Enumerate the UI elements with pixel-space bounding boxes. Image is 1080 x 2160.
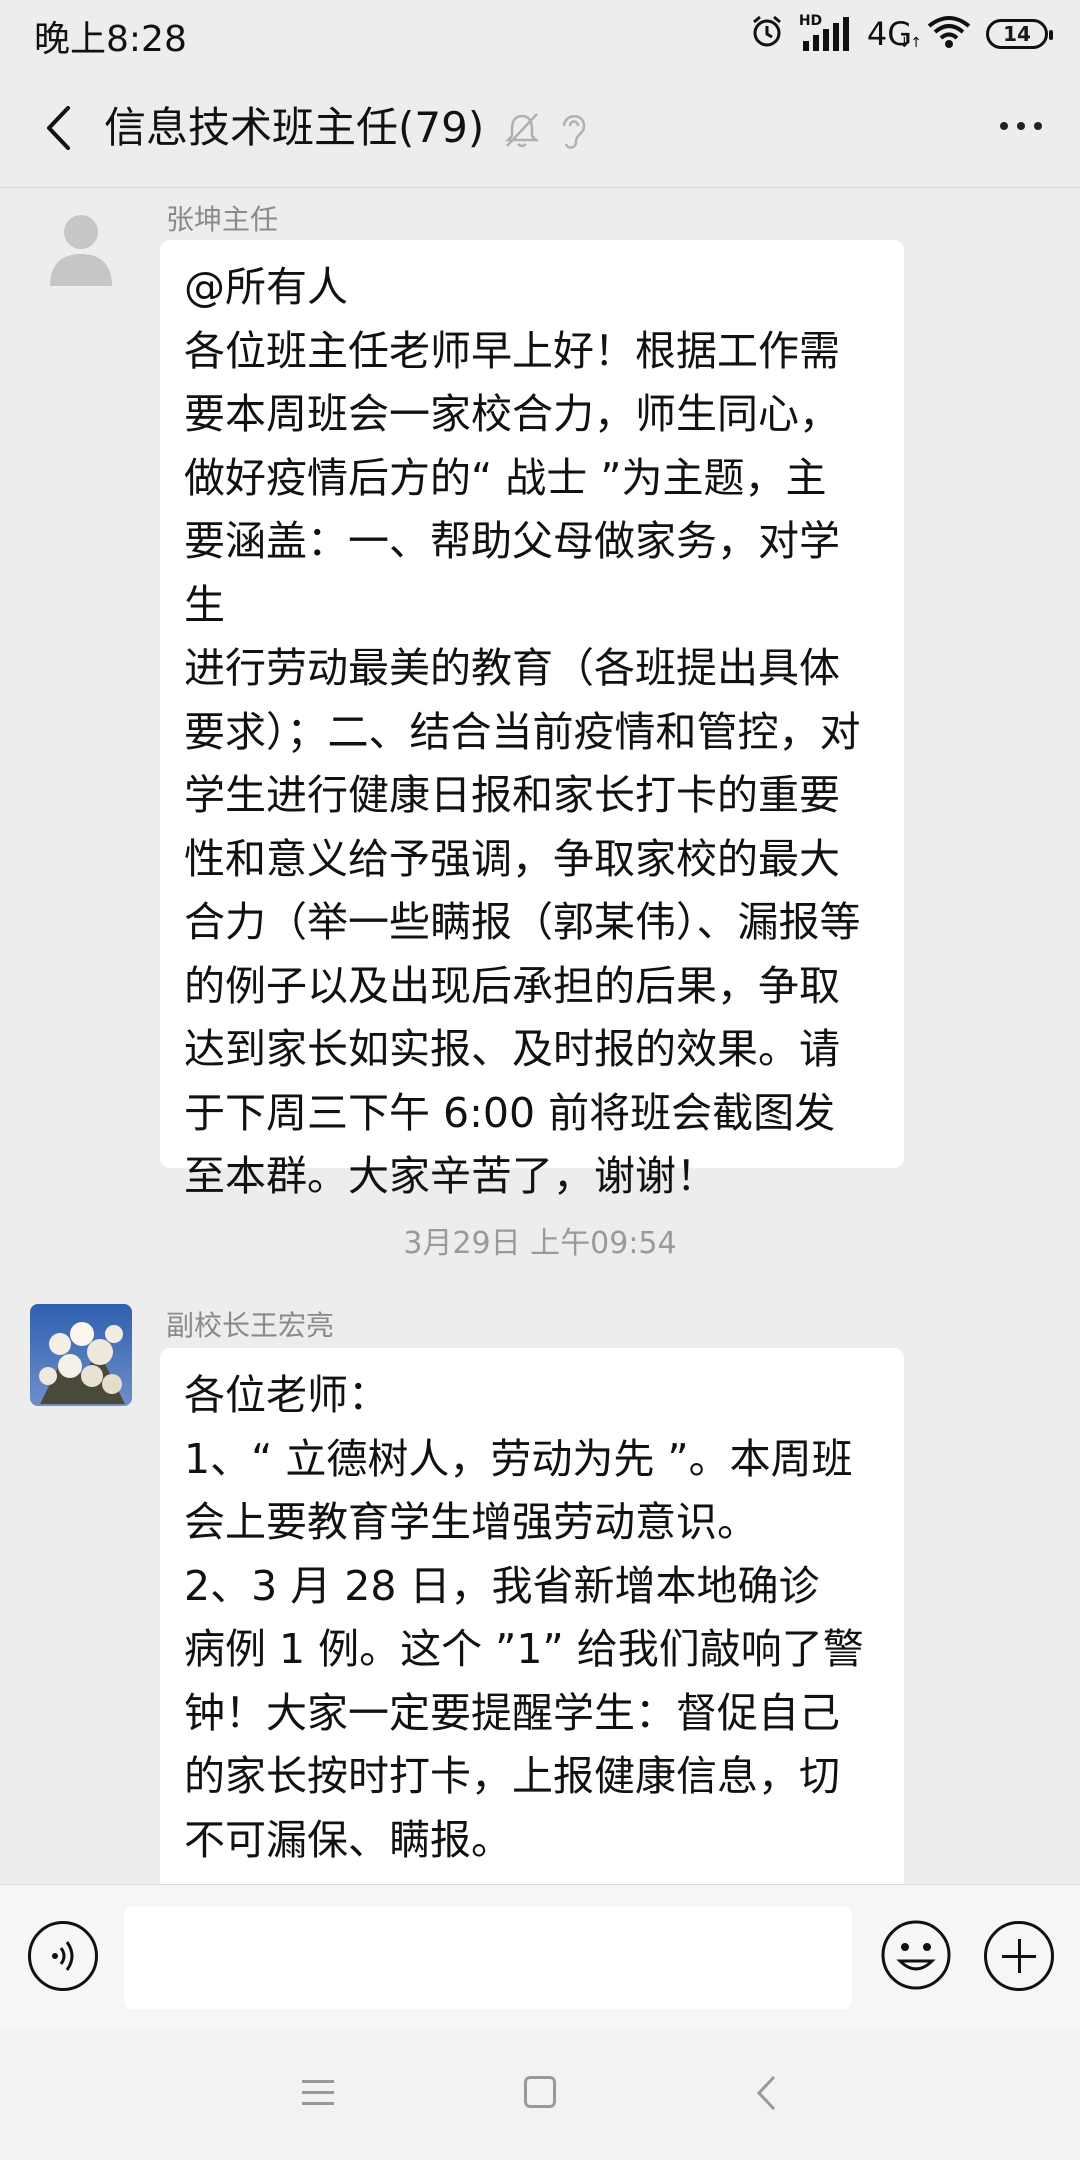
emoji-button[interactable] xyxy=(880,1919,952,1995)
smiley-icon xyxy=(881,1920,951,1990)
message-text: @所有人 各位班主任老师早上好！根据工作需 要本周班会一家校合力，师生同心， 做… xyxy=(184,263,861,1200)
avatar[interactable] xyxy=(30,1304,132,1406)
battery-icon: 14 xyxy=(986,19,1053,49)
wifi-icon xyxy=(926,15,972,53)
message-list[interactable]: 张坤主任 @所有人 各位班主任老师早上好！根据工作需 要本周班会一家校合力，师生… xyxy=(0,188,1080,1884)
dot-icon xyxy=(1034,122,1042,130)
voice-input-button[interactable] xyxy=(28,1921,98,1991)
chat-header: 信息技术班主任(79) xyxy=(0,68,1080,188)
status-icons: HD 4G ↓↑ 14 xyxy=(749,12,1053,56)
system-navigation-bar xyxy=(0,2030,1080,2160)
message-text: 各位老师： 1、“ 立德树人，劳动为先 ”。本周班 会上要教育学生增强劳动意识。… xyxy=(184,1371,864,1864)
voice-icon xyxy=(52,1941,74,1971)
sender-name: 张坤主任 xyxy=(166,203,279,236)
recents-button[interactable] xyxy=(300,2078,336,2112)
chevron-left-icon xyxy=(47,106,70,150)
earpiece-icon xyxy=(556,108,590,156)
dot-icon xyxy=(1017,122,1025,130)
back-arrow-icon xyxy=(756,2075,776,2111)
sender-name: 副校长王宏亮 xyxy=(166,1309,335,1342)
message-input-bar xyxy=(0,1884,1080,2030)
message-bubble[interactable]: 各位老师： 1、“ 立德树人，劳动为先 ”。本周班 会上要教育学生增强劳动意识。… xyxy=(160,1348,904,1884)
flower-photo-avatar xyxy=(30,1304,132,1406)
page-title: 信息技术班主任(79) xyxy=(104,103,485,152)
message-bubble[interactable]: @所有人 各位班主任老师早上好！根据工作需 要本周班会一家校合力，师生同心， 做… xyxy=(160,240,904,1200)
network-type: 4G ↓↑ xyxy=(866,15,922,53)
signal-icon: HD xyxy=(799,13,851,51)
home-button[interactable] xyxy=(524,2076,556,2108)
more-functions-button[interactable] xyxy=(984,1921,1054,1991)
avatar[interactable] xyxy=(30,198,132,300)
status-time: 晚上8:28 xyxy=(34,19,187,60)
alarm-icon xyxy=(749,14,785,54)
message-input[interactable] xyxy=(124,1907,852,2009)
status-bar: 晚上8:28 HD 4G ↓↑ 14 xyxy=(0,0,1080,68)
system-back-button[interactable] xyxy=(754,2074,778,2116)
dot-icon xyxy=(1000,122,1008,130)
mute-bell-icon xyxy=(502,110,542,154)
message-timestamp: 3月29日 上午09:54 xyxy=(403,1226,677,1261)
default-avatar-icon xyxy=(50,215,112,286)
more-options-button[interactable] xyxy=(1000,122,1042,130)
battery-level: 14 xyxy=(1003,22,1031,46)
menu-icon xyxy=(302,2080,334,2105)
back-button[interactable] xyxy=(30,98,86,158)
